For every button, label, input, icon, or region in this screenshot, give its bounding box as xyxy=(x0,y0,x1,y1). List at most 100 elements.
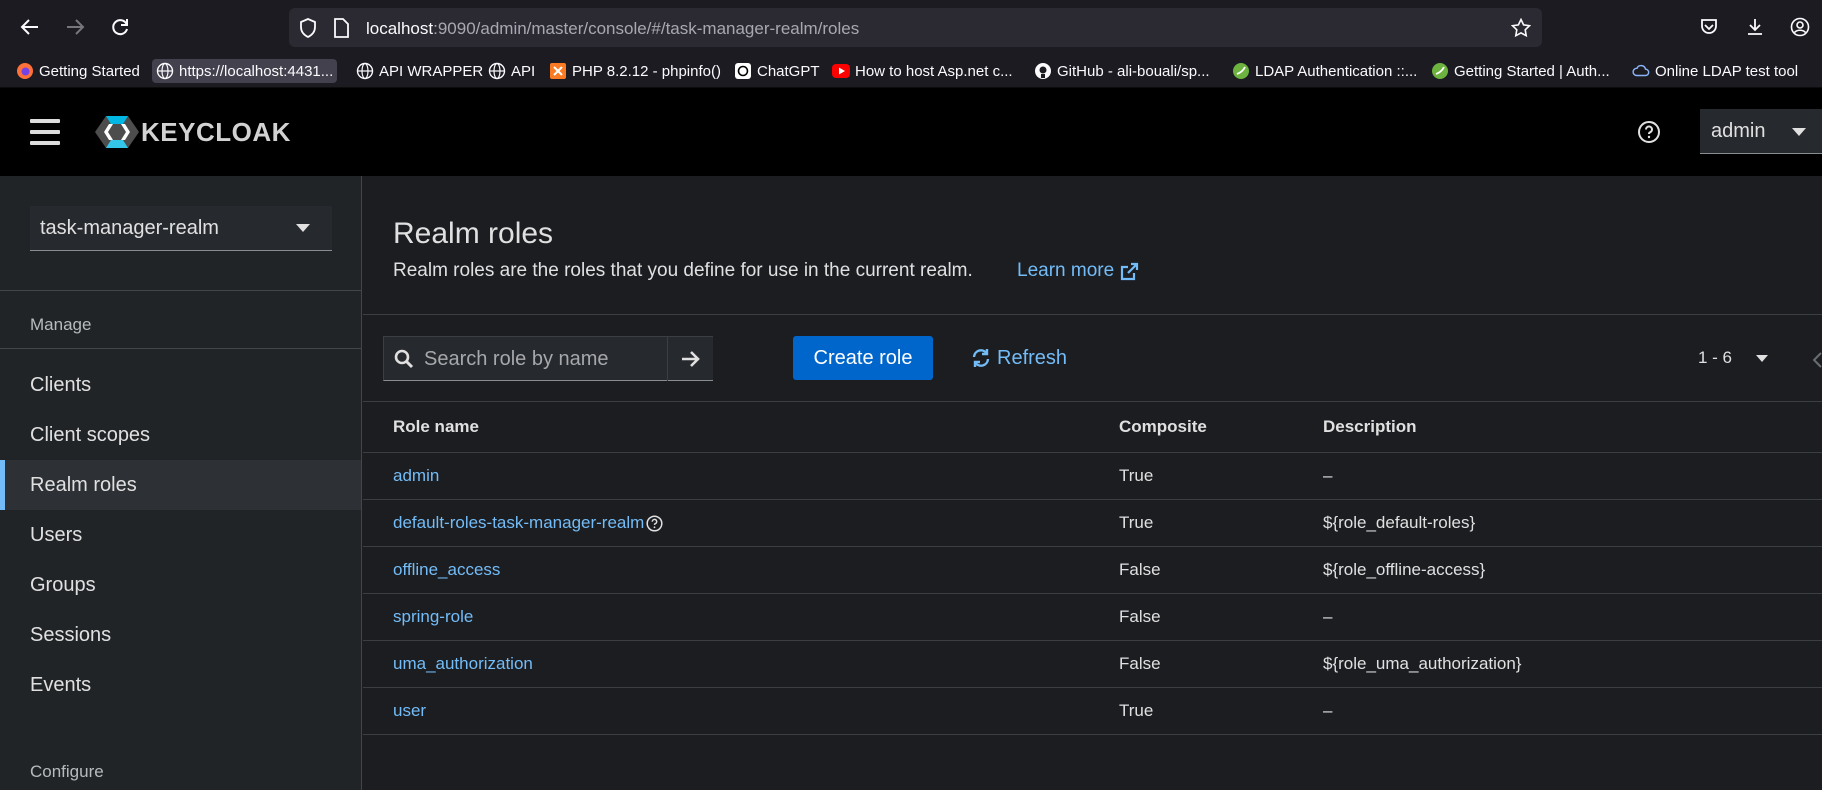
role-composite: True xyxy=(1119,513,1154,532)
bookmark-label: Getting Started | Auth... xyxy=(1454,62,1610,80)
sidebar-item-realm-roles[interactable]: Realm roles xyxy=(0,460,361,510)
column-header-description[interactable]: Description xyxy=(1323,402,1417,452)
reload-button[interactable] xyxy=(105,14,135,40)
account-icon xyxy=(1790,17,1810,37)
bookmark-getting-started-auth[interactable]: Getting Started | Auth... xyxy=(1427,59,1614,83)
refresh-button[interactable]: Refresh xyxy=(971,336,1067,380)
url-path: :9090/admin/master/console/#/task-manage… xyxy=(433,19,860,38)
user-menu-dropdown[interactable]: admin xyxy=(1700,109,1822,154)
downloads-button[interactable] xyxy=(1742,14,1768,40)
column-header-composite[interactable]: Composite xyxy=(1119,402,1207,452)
role-description: – xyxy=(1323,701,1333,720)
role-composite: False xyxy=(1119,607,1161,626)
table-row: admin True – xyxy=(363,453,1822,500)
role-name-link[interactable]: admin xyxy=(393,453,439,499)
url-host: localhost xyxy=(366,19,434,38)
sidebar-item-label: Events xyxy=(30,673,92,696)
sync-icon xyxy=(972,349,990,367)
youtube-icon xyxy=(832,62,850,80)
bookmark-youtube[interactable]: How to host Asp.net c... xyxy=(828,59,1017,83)
hamburger-icon-bar xyxy=(30,119,60,123)
keycloak-logo[interactable]: KEYCLOAK xyxy=(95,114,291,150)
page-title: Realm roles xyxy=(393,217,554,250)
sidebar-item-label: Groups xyxy=(30,573,96,596)
page-icon[interactable] xyxy=(333,18,349,38)
pagination-range: 1 - 6 xyxy=(1698,348,1733,367)
create-role-button[interactable]: Create role xyxy=(793,336,933,380)
back-button[interactable] xyxy=(15,14,45,40)
role-name-link[interactable]: spring-role xyxy=(393,594,473,640)
sidebar-item-groups[interactable]: Groups xyxy=(0,560,361,610)
star-icon[interactable] xyxy=(1511,18,1531,38)
bookmarks-bar: Getting Started https://localhost:4431..… xyxy=(0,54,1822,88)
chevron-left-icon[interactable] xyxy=(1813,352,1822,368)
caret-down-icon xyxy=(296,224,310,232)
role-description: ${role_uma_authorization} xyxy=(1323,654,1522,673)
table-row: uma_authorization False ${role_uma_autho… xyxy=(363,641,1822,688)
role-description: ${role_offline-access} xyxy=(1323,560,1486,579)
learn-more-link[interactable]: Learn more xyxy=(1017,260,1139,282)
bookmark-label: ChatGPT xyxy=(757,62,820,80)
bookmark-ldap-test[interactable]: Online LDAP test tool xyxy=(1628,59,1802,83)
role-composite: False xyxy=(1119,560,1161,579)
sidebar: task-manager-realm Manage Clients Client… xyxy=(0,176,362,790)
xampp-icon xyxy=(549,62,567,80)
globe-icon xyxy=(488,62,506,80)
column-header-role-name[interactable]: Role name xyxy=(393,402,479,452)
help-icon[interactable] xyxy=(1637,120,1661,144)
sidebar-item-label: Realm roles xyxy=(30,473,137,496)
realm-name: task-manager-realm xyxy=(40,216,219,239)
bookmark-label: Online LDAP test tool xyxy=(1655,62,1799,80)
role-composite: True xyxy=(1119,466,1154,485)
bookmark-label: https://localhost:4431... xyxy=(179,62,334,80)
table-row: spring-role False – xyxy=(363,594,1822,641)
browser-toolbar: localhost:9090/admin/master/console/#/ta… xyxy=(0,0,1822,54)
bookmark-api-wrapper[interactable]: API WRAPPER xyxy=(352,59,487,83)
sidebar-section-manage: Manage xyxy=(30,315,92,334)
bookmark-label: API xyxy=(511,62,536,80)
pagination-dropdown[interactable]: 1 - 6 xyxy=(1698,348,1769,368)
search-submit-button[interactable] xyxy=(667,337,713,381)
shield-icon[interactable] xyxy=(299,18,317,38)
bookmark-api[interactable]: API xyxy=(484,59,539,83)
table-header-row: Role name Composite Description xyxy=(363,402,1822,453)
bookmark-github[interactable]: GitHub - ali-bouali/sp... xyxy=(1030,59,1214,83)
role-description: – xyxy=(1323,607,1333,626)
bookmark-ldap-auth[interactable]: LDAP Authentication ::... xyxy=(1228,59,1421,83)
sidebar-item-clients[interactable]: Clients xyxy=(0,360,361,410)
sidebar-item-events[interactable]: Events xyxy=(0,660,361,710)
role-name-link[interactable]: default-roles-task-manager-realm xyxy=(393,513,644,533)
realm-selector[interactable]: task-manager-realm xyxy=(30,206,332,251)
cloud-icon xyxy=(1632,62,1650,80)
bookmark-getting-started[interactable]: Getting Started xyxy=(12,59,144,83)
url-text[interactable]: localhost:9090/admin/master/console/#/ta… xyxy=(366,19,859,39)
address-bar[interactable]: localhost:9090/admin/master/console/#/ta… xyxy=(289,8,1542,47)
bookmark-label: GitHub - ali-bouali/sp... xyxy=(1057,62,1210,80)
roles-table: Role name Composite Description admin Tr… xyxy=(363,402,1822,735)
spring-icon xyxy=(1232,62,1250,80)
globe-icon xyxy=(156,62,174,80)
role-name-link[interactable]: uma_authorization xyxy=(393,641,533,687)
sidebar-item-label: Clients xyxy=(30,373,92,396)
main-content: Realm roles Realm roles are the roles th… xyxy=(363,176,1822,790)
role-name-link[interactable]: user xyxy=(393,688,426,734)
account-button[interactable] xyxy=(1787,14,1813,40)
sidebar-item-users[interactable]: Users xyxy=(0,510,361,560)
search-input[interactable] xyxy=(424,337,664,381)
pocket-button[interactable] xyxy=(1696,14,1722,40)
table-row: user True – xyxy=(363,688,1822,735)
menu-toggle-button[interactable] xyxy=(30,119,60,145)
external-link-icon xyxy=(1121,262,1139,280)
sidebar-item-sessions[interactable]: Sessions xyxy=(0,610,361,660)
bookmark-chatgpt[interactable]: ChatGPT xyxy=(730,59,824,83)
forward-button[interactable] xyxy=(60,14,90,40)
bookmark-label: How to host Asp.net c... xyxy=(855,62,1013,80)
role-name-link[interactable]: offline_access xyxy=(393,547,500,593)
page-description: Realm roles are the roles that you defin… xyxy=(393,260,973,281)
bookmark-localhost[interactable]: https://localhost:4431... xyxy=(152,59,338,83)
sidebar-item-client-scopes[interactable]: Client scopes xyxy=(0,410,361,460)
globe-icon xyxy=(356,62,374,80)
bookmark-phpinfo[interactable]: PHP 8.2.12 - phpinfo() xyxy=(545,59,725,83)
help-icon[interactable] xyxy=(646,514,663,532)
logo-text: KEYCLOAK xyxy=(141,116,291,147)
